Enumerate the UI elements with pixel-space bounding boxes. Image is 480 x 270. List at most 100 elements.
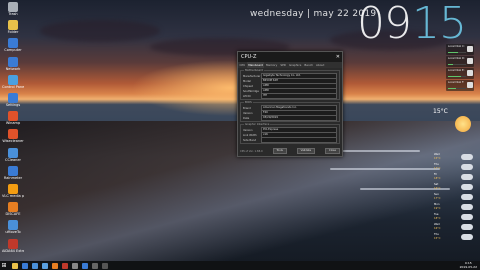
desktop-icon-label: CCleaner: [5, 157, 21, 162]
mail-icon[interactable]: [42, 262, 48, 269]
app-icon: [8, 165, 18, 176]
field-value: ITE: [261, 93, 337, 99]
cpuz-titlebar[interactable]: CPU-Z ✕: [238, 52, 342, 62]
forecast-day: Wed 15°C: [433, 153, 479, 163]
field-value: 03/29/2019: [261, 115, 337, 121]
photos-icon[interactable]: [82, 262, 88, 269]
tab-bench[interactable]: Bench: [303, 62, 315, 68]
forecast-temperature: 18°C: [434, 217, 441, 220]
tab-about[interactable]: About: [315, 62, 326, 68]
close-icon[interactable]: ✕: [336, 52, 340, 62]
clock-minutes: 15: [412, 0, 467, 49]
field-label: Side Band: [243, 138, 257, 142]
forecast-day-name: Thu: [434, 163, 439, 166]
field-label: LPCIO: [243, 94, 251, 98]
disk-usage-fill: [448, 63, 454, 65]
cloud-icon: [461, 174, 473, 180]
field-label: Version: [243, 111, 253, 115]
disk-usage-bar: [448, 75, 466, 77]
group-title: Graphic Interface: [244, 122, 271, 126]
tab-spd[interactable]: SPD: [279, 62, 288, 68]
desktop-icon-label: Control Panel: [2, 84, 24, 89]
app-icon: [8, 184, 18, 194]
tab-graphics[interactable]: Graphics: [287, 62, 302, 68]
disk-usage-fill: [448, 75, 461, 77]
cpuz-footer: CPU-Z Ver. 1.88.0 Tools Validate Close: [240, 148, 340, 154]
disk-usage-fill: [448, 51, 458, 53]
group-title: Motherboard: [244, 68, 264, 72]
cpuz-window[interactable]: CPU-Z ✕ CPU Mainboard Memory SPD Graphics Ben…: [237, 51, 343, 157]
desktop-icon-label: uMoveTo: [5, 230, 21, 235]
forecast-day: Sun 17°C: [433, 193, 479, 203]
browser-icon[interactable]: [22, 262, 28, 269]
desktop: Trash Folder Computer Network Control Panel S…: [0, 0, 480, 261]
desktop-icon[interactable]: AIDA64 Extreme: [2, 238, 24, 261]
forecast-day: Wed 16°C: [433, 223, 479, 233]
cloud-icon: [461, 154, 473, 160]
forecast-temperature: 18°C: [434, 177, 441, 180]
cloud-icon: [461, 194, 473, 200]
validate-button[interactable]: Validate: [296, 148, 316, 154]
app-icon: [8, 56, 18, 67]
disk-widget[interactable]: Local Disk E:: [446, 68, 474, 79]
tab-memory[interactable]: Memory: [264, 62, 278, 68]
app-icon: [8, 202, 18, 213]
cpu-icon[interactable]: [92, 262, 98, 269]
weather-widget: 15°C Wed 15°C Thu 17°C Fri 18°C Sat 16°C Sun 17°C…: [433, 108, 479, 240]
tray-clock[interactable]: 9:15 2019-05-22: [459, 261, 477, 269]
terminal-icon[interactable]: [102, 262, 108, 269]
forecast-temperature: 16°C: [434, 187, 441, 190]
field-label: Brand: [243, 106, 251, 110]
media-icon[interactable]: [52, 262, 58, 269]
settings-icon[interactable]: [72, 262, 78, 269]
forecast-temperature: 17°C: [434, 197, 441, 200]
app-icon: [8, 238, 18, 249]
cloud-icon: [461, 234, 473, 240]
tray-date: 2019-05-22: [459, 264, 477, 269]
desktop-icon-label: Folder: [7, 30, 19, 35]
disk-widget[interactable]: Local Disk C:: [446, 44, 474, 55]
cpuz-title: CPU-Z: [241, 54, 257, 60]
store-icon[interactable]: [32, 262, 38, 269]
taskbar: ⊞ 9:15 2019-05-22: [0, 261, 480, 270]
drive-icon: [467, 46, 473, 52]
forecast-day: Thu 15°C: [433, 233, 479, 243]
disk-widget[interactable]: Local Disk D:: [446, 56, 474, 67]
version-label: CPU-Z Ver. 1.88.0: [240, 149, 263, 153]
field-label: Southbridge: [243, 89, 259, 93]
forecast-temperature: 15°C: [434, 237, 441, 240]
current-temperature: 15°C: [433, 108, 448, 115]
forecast-temperature: 16°C: [434, 227, 441, 230]
field-label: Link Width: [243, 133, 257, 137]
forecast-day-name: Mon: [434, 203, 440, 206]
app-icon: [8, 93, 18, 103]
file-explorer-icon[interactable]: [12, 262, 18, 269]
desktop-icon-label: Wisecleaner: [2, 139, 24, 144]
tools-button[interactable]: Tools: [272, 148, 287, 154]
cloud: [40, 20, 160, 42]
forecast-day-name: Wed: [434, 153, 440, 156]
forecast-day-name: Tue: [434, 213, 439, 216]
app-icon: [8, 20, 18, 31]
field-label: Model: [243, 79, 251, 83]
field-value: [261, 137, 337, 143]
forecast-day: Sat 16°C: [433, 183, 479, 193]
cloud-icon: [461, 164, 473, 170]
cloud-icon: [461, 184, 473, 190]
field-label: Manufacturer: [243, 74, 261, 78]
desktop-icon-label: VLC media player: [2, 194, 24, 198]
app-icon: [8, 111, 18, 122]
music-icon[interactable]: [62, 262, 68, 269]
desktop-icon-label: Winamp: [5, 121, 21, 126]
close-button[interactable]: Close: [324, 148, 340, 154]
forecast-day-name: Sat: [434, 183, 439, 186]
forecast-day: Tue 18°C: [433, 213, 479, 223]
sun-icon: [455, 116, 471, 132]
disk-widget[interactable]: Local Disk F:: [446, 80, 474, 91]
desktop-icon-label: AIDA64 Extreme: [2, 248, 24, 253]
cloud-icon: [461, 204, 473, 210]
desktop-icon-label: Trash: [8, 12, 18, 16]
cloud-icon: [461, 214, 473, 220]
start-button[interactable]: ⊞: [0, 261, 8, 270]
graphic-interface-group: Graphic Interface Version PCI-Express Link…: [240, 122, 340, 144]
